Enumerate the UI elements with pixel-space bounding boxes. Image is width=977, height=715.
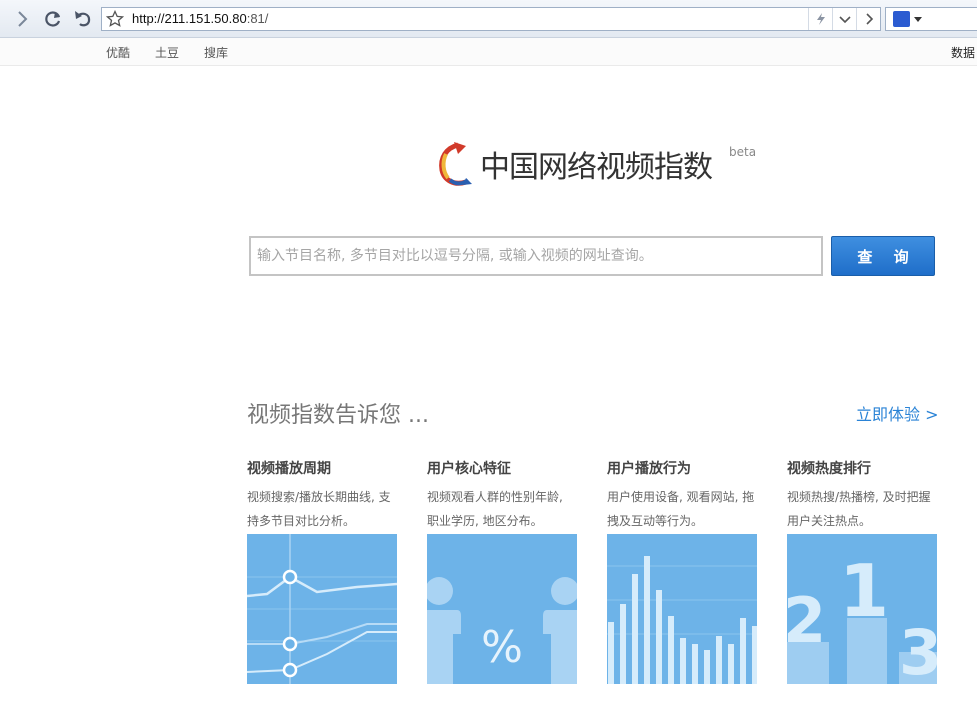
card-title: 视频热度排行 bbox=[787, 461, 871, 477]
bar-chart-illustration bbox=[607, 534, 757, 684]
feature-card-hot-ranking[interactable]: 视频热度排行 视频热搜/热播榜, 及时把握用户关注热点。 2 1 3 bbox=[787, 458, 937, 684]
search-engine-selector[interactable] bbox=[885, 7, 977, 31]
undo-icon[interactable] bbox=[72, 8, 94, 30]
try-now-link[interactable]: 立即体验 > bbox=[856, 401, 939, 425]
feature-card-play-cycle[interactable]: 视频播放周期 视频搜索/播放长期曲线, 支持多节目对比分析。 bbox=[247, 458, 397, 684]
bookmark-star-icon[interactable] bbox=[106, 10, 124, 28]
search-button[interactable]: 查 询 bbox=[831, 236, 935, 276]
line-chart-illustration bbox=[247, 534, 397, 684]
card-description: 视频热搜/热播榜, 及时把握用户关注热点。 bbox=[787, 490, 931, 528]
forward-icon[interactable] bbox=[11, 8, 33, 30]
card-title: 视频播放周期 bbox=[247, 461, 331, 477]
percent-symbol: % bbox=[481, 622, 523, 673]
card-description: 视频搜索/播放长期曲线, 支持多节目对比分析。 bbox=[247, 490, 391, 528]
rank-digit-3: 3 bbox=[899, 616, 937, 684]
users-percent-illustration: % bbox=[427, 534, 577, 684]
rank-digit-1: 1 bbox=[839, 549, 889, 633]
feature-card-play-behavior[interactable]: 用户播放行为 用户使用设备, 观看网站, 拖拽及互动等行为。 bbox=[607, 458, 757, 684]
card-description: 视频观看人群的性别年龄, 职业学历, 地区分布。 bbox=[427, 490, 563, 528]
address-bar[interactable]: http://211.151.50.80:81/ bbox=[101, 7, 881, 31]
bookmark-soku[interactable]: 搜库 bbox=[204, 44, 228, 61]
caret-down-icon bbox=[914, 17, 922, 22]
logo-icon bbox=[439, 142, 472, 186]
site-title: 中国网络视频指数 bbox=[480, 150, 713, 185]
rank-digit-2: 2 bbox=[787, 584, 826, 657]
go-arrow-icon[interactable] bbox=[856, 8, 880, 30]
lightning-icon[interactable] bbox=[808, 8, 832, 30]
bookmark-data[interactable]: 数据 bbox=[951, 44, 975, 61]
bookmark-youku[interactable]: 优酷 bbox=[106, 44, 130, 61]
browser-toolbar: http://211.151.50.80:81/ bbox=[0, 0, 977, 38]
bookmarks-bar: 优酷 土豆 搜库 数据 bbox=[0, 38, 977, 66]
bookmark-tudou[interactable]: 土豆 bbox=[155, 44, 179, 61]
card-description: 用户使用设备, 观看网站, 拖拽及互动等行为。 bbox=[607, 490, 755, 528]
paw-icon bbox=[893, 11, 910, 27]
beta-badge: beta bbox=[729, 145, 757, 159]
search-input[interactable] bbox=[249, 236, 823, 276]
dropdown-chevron-icon[interactable] bbox=[832, 8, 856, 30]
section-title: 视频指数告诉您 ... bbox=[247, 403, 429, 428]
url-text: http://211.151.50.80:81/ bbox=[132, 11, 269, 26]
refresh-icon[interactable] bbox=[42, 8, 64, 30]
card-title: 用户核心特征 bbox=[427, 461, 511, 477]
card-title: 用户播放行为 bbox=[607, 461, 691, 477]
ranking-podium-illustration: 2 1 3 bbox=[787, 534, 937, 684]
feature-card-user-traits[interactable]: 用户核心特征 视频观看人群的性别年龄, 职业学历, 地区分布。 % bbox=[427, 458, 577, 684]
